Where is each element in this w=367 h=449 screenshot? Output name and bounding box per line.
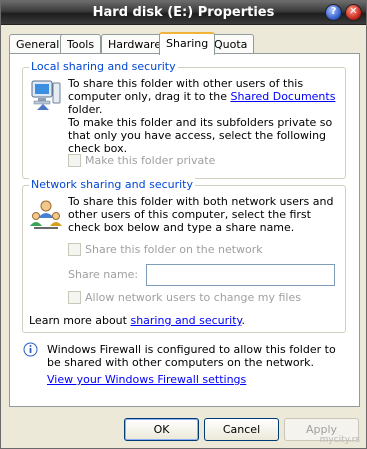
learn-more-text: Learn more about sharing and security.: [29, 314, 245, 327]
share-on-network-checkbox[interactable]: [68, 243, 81, 256]
private-description: To make this folder and its subfolders p…: [68, 116, 333, 155]
learn-more-suffix: .: [241, 314, 245, 327]
share-name-label: Share name:: [68, 268, 139, 281]
close-icon: ✕: [349, 6, 358, 17]
share-on-network-label: Share this folder on the network: [85, 243, 263, 256]
make-private-checkbox-row[interactable]: Make this folder private: [68, 154, 215, 167]
sharing-panel: Local sharing and security To share this…: [9, 53, 360, 407]
share-on-network-checkbox-row[interactable]: Share this folder on the network: [68, 243, 263, 256]
make-private-checkbox[interactable]: [68, 154, 81, 167]
computer-icon: [31, 80, 61, 110]
allow-change-checkbox-row[interactable]: Allow network users to change my files: [68, 291, 301, 304]
ok-button[interactable]: OK: [124, 418, 199, 441]
allow-change-checkbox[interactable]: [68, 291, 81, 304]
local-sharing-description: To share this folder with other users of…: [68, 77, 338, 116]
network-sharing-description: To share this folder with both network u…: [68, 195, 334, 234]
local-text-end: folder.: [68, 103, 103, 116]
cancel-button[interactable]: Cancel: [204, 418, 279, 441]
help-button[interactable]: ?: [325, 4, 342, 21]
tab-general[interactable]: General: [9, 34, 67, 54]
close-button[interactable]: ✕: [345, 4, 362, 21]
help-icon: ?: [330, 6, 337, 17]
sharing-and-security-link[interactable]: sharing and security: [130, 314, 241, 327]
info-icon: [23, 342, 38, 357]
properties-dialog: Hard disk (E:) Properties ? ✕ General To…: [0, 0, 367, 449]
watermark: mycity.rs: [319, 435, 360, 445]
firewall-settings-link[interactable]: View your Windows Firewall settings: [47, 373, 246, 386]
firewall-info-text: Windows Firewall is configured to allow …: [47, 343, 336, 369]
make-private-label: Make this folder private: [85, 154, 216, 167]
learn-more-prefix: Learn more about: [29, 314, 131, 327]
title-bar[interactable]: Hard disk (E:) Properties ? ✕: [1, 1, 366, 25]
allow-change-label: Allow network users to change my files: [85, 291, 301, 304]
network-sharing-group: Network sharing and security To share th…: [22, 178, 346, 333]
local-sharing-legend: Local sharing and security: [29, 60, 178, 73]
share-name-input[interactable]: [146, 264, 335, 286]
network-sharing-legend: Network sharing and security: [29, 178, 196, 191]
shared-documents-link[interactable]: Shared Documents: [231, 90, 336, 103]
network-icon: [30, 200, 62, 229]
tab-tools[interactable]: Tools: [60, 34, 102, 54]
local-sharing-group: Local sharing and security To share this…: [22, 60, 346, 179]
tab-sharing[interactable]: Sharing: [159, 32, 216, 55]
window-title: Hard disk (E:) Properties: [92, 5, 275, 20]
